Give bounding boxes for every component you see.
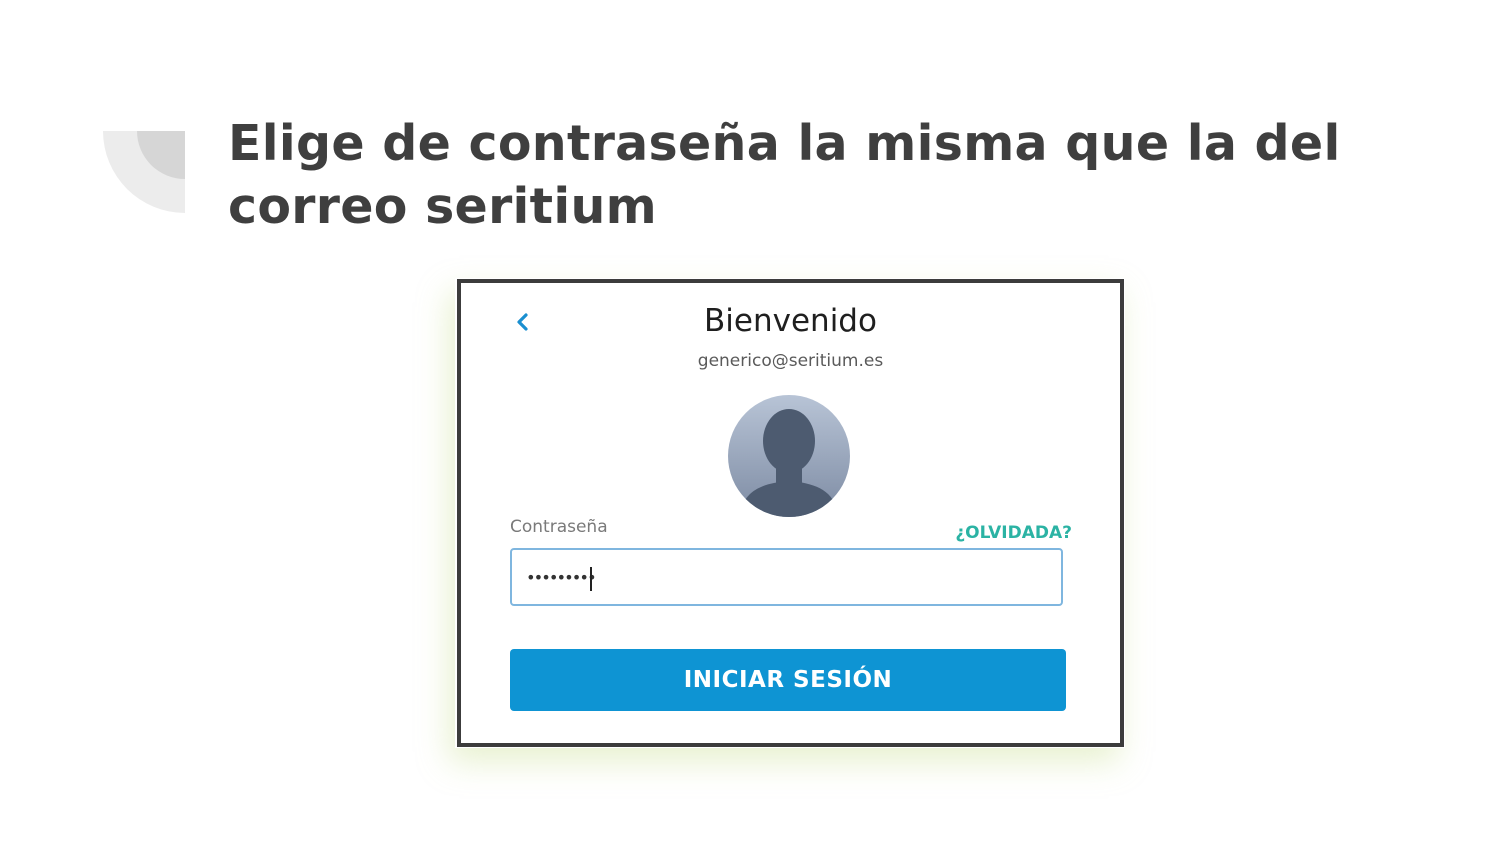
user-silhouette-icon xyxy=(728,395,850,517)
decorative-quarter-circle-icon xyxy=(103,131,185,213)
password-label: Contraseña xyxy=(510,517,608,537)
login-screenshot: Bienvenido generico@seritium.es Contrase… xyxy=(457,279,1124,747)
welcome-heading: Bienvenido xyxy=(704,303,877,339)
password-field[interactable] xyxy=(510,548,1063,606)
avatar xyxy=(728,395,850,517)
sign-in-button[interactable]: INICIAR SESIÓN xyxy=(510,649,1066,711)
forgot-password-link[interactable]: ¿OLVIDADA? xyxy=(955,523,1072,543)
slide: Elige de contraseña la misma que la del … xyxy=(0,0,1500,844)
slide-title: Elige de contraseña la misma que la del … xyxy=(228,115,1341,235)
text-caret xyxy=(590,567,592,591)
account-email: generico@seritium.es xyxy=(697,351,884,371)
